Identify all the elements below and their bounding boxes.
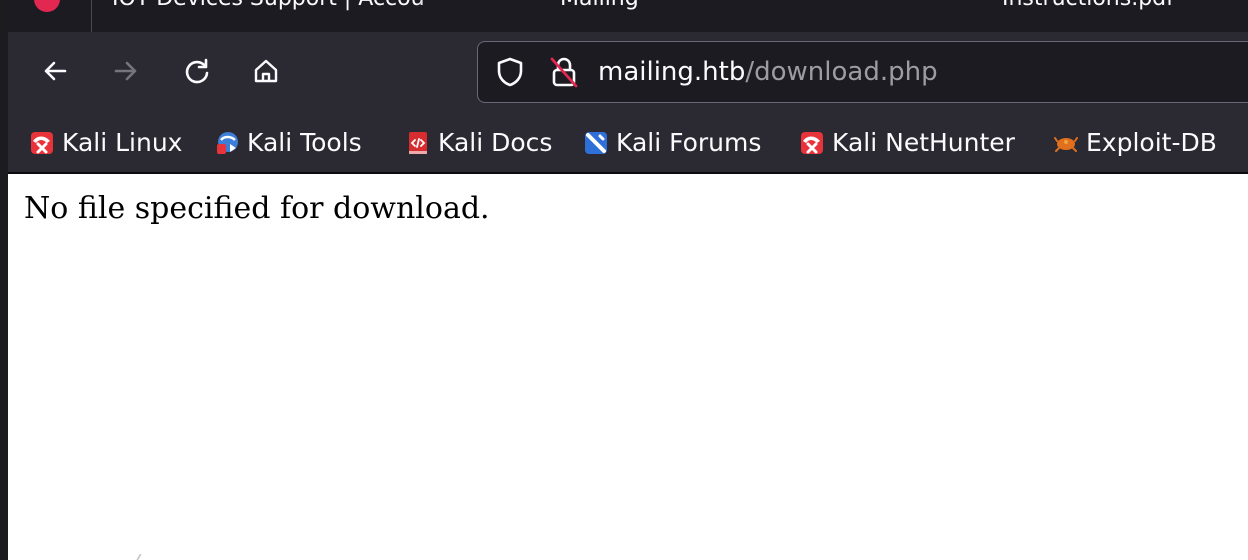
bookmark-kali-linux[interactable]: Kali Linux <box>30 126 182 160</box>
forward-button[interactable] <box>111 56 141 86</box>
bookmark-kali-forums[interactable]: Kali Forums <box>584 126 761 160</box>
bookmarks-toolbar: Kali Linux Kali Tools Kali Docs Kali For… <box>0 114 1248 174</box>
page-content: No file specified for download. <box>8 174 1248 560</box>
back-button[interactable] <box>40 56 70 86</box>
bookmark-kali-docs[interactable]: Kali Docs <box>406 126 552 160</box>
tab-title[interactable]: IOT Devices Support | Accou <box>112 0 490 11</box>
home-icon <box>254 59 278 83</box>
reload-button[interactable] <box>182 56 212 86</box>
bookmark-label: Kali Docs <box>438 128 553 157</box>
home-button[interactable] <box>251 56 281 86</box>
navigation-toolbar: mailing.htb/download.php <box>0 32 1248 114</box>
tab-title[interactable]: Mailing <box>560 0 639 11</box>
tab-title[interactable]: Instructions.pdf <box>1002 0 1174 11</box>
browser-window: IOT Devices Support | Accou Mailing Inst… <box>0 0 1248 560</box>
insecure-lock-icon[interactable] <box>548 55 580 89</box>
bookmark-label: Kali Linux <box>62 128 183 157</box>
tab-favicon-icon[interactable] <box>34 0 60 12</box>
bookmark-kali-nethunter[interactable]: Kali NetHunter <box>800 126 1015 160</box>
exploit-db-icon <box>1054 137 1078 152</box>
bookmark-label: Kali NetHunter <box>832 128 1015 157</box>
window-edge <box>0 0 8 560</box>
address-bar[interactable]: mailing.htb/download.php <box>477 41 1248 103</box>
kali-linux-icon <box>31 132 53 154</box>
bookmark-label: Kali Forums <box>616 128 762 157</box>
kali-forums-icon <box>585 132 607 154</box>
bookmark-label: Exploit-DB <box>1086 128 1217 157</box>
page-message: No file specified for download. <box>24 191 490 226</box>
tab-divider <box>91 0 92 32</box>
kali-nethunter-icon <box>801 132 823 154</box>
url-domain: mailing.htb <box>598 57 746 87</box>
url-text[interactable]: mailing.htb/download.php <box>598 55 938 89</box>
bookmark-exploit-db[interactable]: Exploit-DB <box>1054 126 1217 160</box>
arrow-right-icon <box>114 61 137 81</box>
bookmark-kali-tools[interactable]: Kali Tools <box>215 126 362 160</box>
kali-docs-icon <box>409 132 427 154</box>
bookmark-label: Kali Tools <box>247 128 362 157</box>
arrow-left-icon <box>44 61 67 81</box>
url-path: /download.php <box>745 57 938 87</box>
reload-icon <box>185 58 209 84</box>
kali-tools-icon <box>217 132 238 154</box>
tab-strip: IOT Devices Support | Accou Mailing Inst… <box>0 0 1248 32</box>
shield-icon[interactable] <box>494 56 526 88</box>
